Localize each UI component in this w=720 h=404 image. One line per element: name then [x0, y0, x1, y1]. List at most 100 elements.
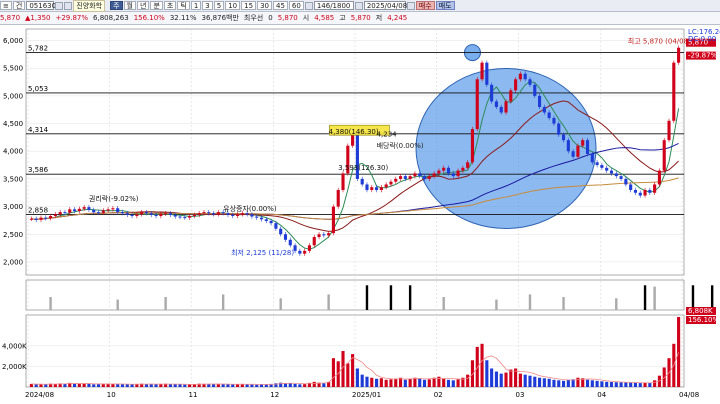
date-axis-label: 12 [270, 391, 279, 399]
period-tab-2[interactable]: 년 [137, 1, 150, 10]
candle-body [370, 187, 374, 190]
candle-body [576, 145, 580, 157]
stock-chart[interactable]: 6,000 5,500 5,000 4,500 4,000 3,500 3,000 2,500… [0, 25, 720, 404]
price-axis-label: 3,000 [3, 203, 23, 211]
candle-body [394, 178, 398, 182]
candle-body [494, 101, 498, 107]
event-bar [562, 297, 565, 310]
chart-annotation: 최저 2,125 (11/28) [231, 248, 294, 257]
candle-body [451, 173, 455, 177]
volume-bar [600, 381, 604, 387]
sell-button[interactable]: 매도 [435, 1, 455, 10]
candle-body [408, 176, 412, 179]
volume-bar [432, 377, 436, 387]
candle-body [365, 184, 369, 190]
volume-bar [403, 379, 407, 387]
event-bar [528, 294, 532, 310]
menu-button[interactable]: ≡ [0, 1, 12, 10]
mode-button[interactable]: 건 [12, 1, 26, 10]
volume-bar [595, 380, 599, 387]
period-tab-1[interactable]: 월 [123, 1, 136, 10]
event-bar [327, 294, 330, 310]
volume-bar [504, 372, 508, 387]
period-tab-3[interactable]: 분 [150, 1, 163, 10]
candle-body [63, 212, 67, 214]
search-icon[interactable] [55, 1, 64, 10]
volume-bar [149, 384, 153, 387]
candle-body [44, 217, 48, 219]
candle-body [480, 62, 484, 80]
candle-body [154, 214, 158, 216]
event-bar [615, 298, 618, 310]
volume-bar [125, 384, 129, 387]
candle-body [509, 90, 513, 102]
volume-bar [63, 383, 67, 387]
volume-bar [231, 384, 235, 387]
quote-high: 5,870 [350, 14, 371, 22]
event-bar [495, 299, 498, 310]
event-bar [164, 297, 167, 310]
candle-body [504, 101, 508, 113]
volume-bar [144, 384, 149, 387]
period-tab-6[interactable]: 1 [190, 1, 202, 10]
candle-body [422, 176, 427, 179]
volume-bar [446, 379, 451, 387]
candle-body [633, 189, 638, 193]
candle-body [413, 173, 417, 177]
refresh-icon[interactable] [354, 1, 363, 10]
stock-code-input[interactable]: 051630 [26, 1, 56, 10]
period-tab-4[interactable]: 초 [163, 1, 177, 10]
calendar-picker-icon[interactable] [406, 1, 415, 10]
volume-bar [509, 369, 513, 387]
volume-bar [250, 384, 254, 387]
period-tab-5[interactable]: 틱 [177, 1, 190, 10]
volume-bar [34, 384, 38, 387]
period-tab-13[interactable]: 60 [288, 1, 304, 10]
period-tab-8[interactable]: 5 [213, 1, 225, 10]
candle-body [566, 140, 570, 152]
candle-body [312, 237, 316, 246]
price-level-label: 5,053 [28, 85, 48, 93]
volume-bar [293, 383, 297, 387]
volume-bar [533, 376, 537, 387]
candle-body [106, 209, 110, 211]
date-input[interactable]: 2025/04/08 [363, 1, 407, 10]
volume-bar [557, 380, 561, 387]
volume-bar [116, 384, 120, 387]
volume-bar [322, 383, 326, 387]
candle-body [207, 212, 211, 214]
buy-button[interactable]: 매수 [415, 1, 435, 10]
price-axis-label: 5,000 [3, 92, 23, 100]
period-tab-7[interactable]: 3 [202, 1, 213, 10]
candle-body [581, 140, 585, 146]
event-bar [442, 297, 445, 310]
quote-change-pct: +29.87% [55, 14, 89, 22]
volume-bar [92, 384, 96, 387]
candle-body [538, 95, 542, 107]
volume-bar [29, 383, 33, 387]
volume-bar [633, 382, 638, 387]
period-tab-11[interactable]: 30 [257, 1, 272, 10]
period-tab-10[interactable]: 15 [241, 1, 257, 10]
volume-bar [538, 377, 542, 387]
chart-annotation: 배당락(0.00%) [377, 141, 424, 150]
candle-body [288, 239, 292, 246]
lock-icon[interactable] [64, 1, 73, 10]
candle-body [403, 176, 407, 179]
candle-body [49, 215, 53, 219]
chart-annotation: 권리락(-9.02%) [89, 194, 139, 203]
event-bar [653, 286, 656, 310]
bar-count-input[interactable]: 146/1800 [313, 1, 354, 10]
candle-body [87, 207, 91, 210]
volume-bar [494, 371, 498, 387]
period-tab-9[interactable]: 10 [225, 1, 241, 10]
event-bar [408, 285, 412, 310]
order-toolbar: ≡ 건 051630 진양화학 주 월 년 분 초 틱 1 3 5 10 15 30 45 60 146/… [0, 0, 720, 12]
period-tab-12[interactable]: 45 [272, 1, 288, 10]
candle-body [130, 214, 134, 216]
calendar-icon[interactable] [304, 1, 313, 10]
candle-body [384, 184, 388, 188]
period-tab-0[interactable]: 주 [110, 1, 123, 10]
chart-annotation: 유상증자(0.00%) [223, 204, 277, 213]
price-axis-label: 4,500 [3, 120, 23, 128]
